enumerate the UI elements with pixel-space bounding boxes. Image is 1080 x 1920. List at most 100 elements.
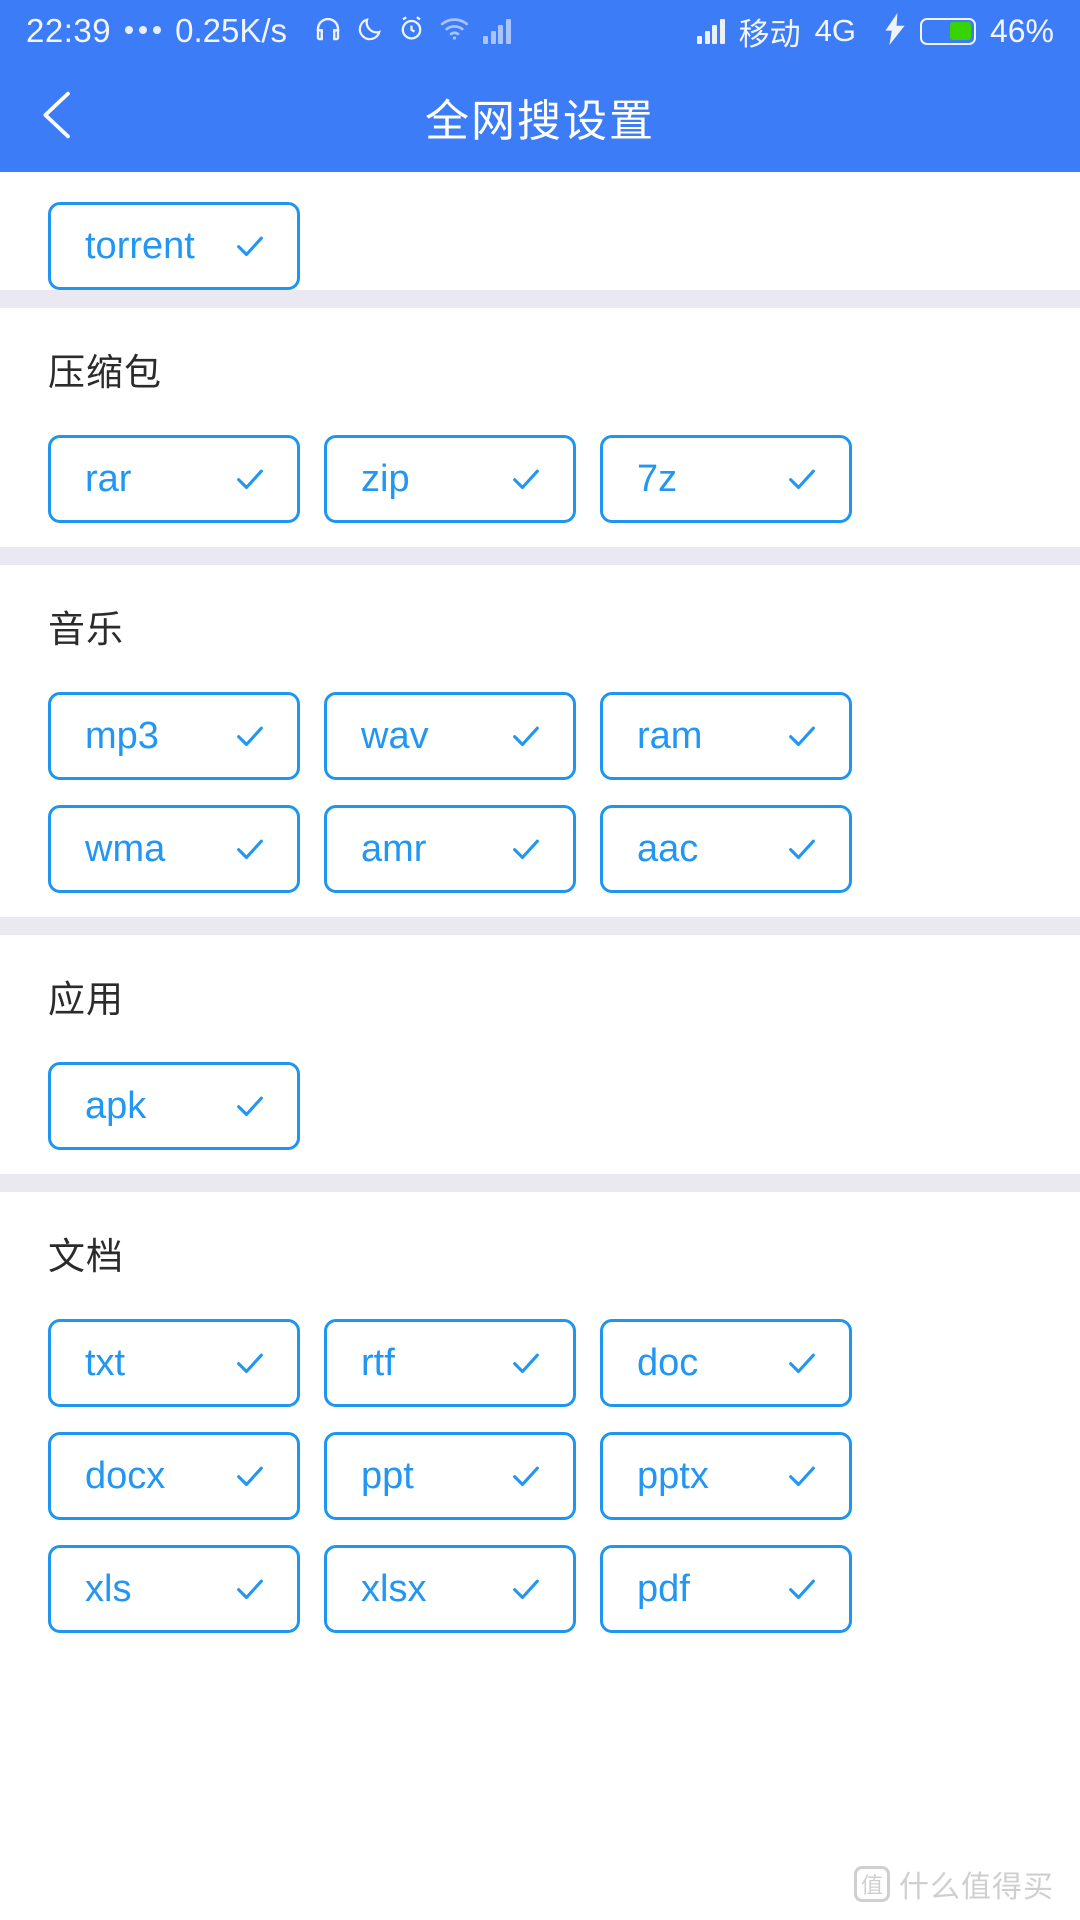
check-icon <box>237 1353 263 1374</box>
chip-label: zip <box>361 458 410 500</box>
section-title: 音乐 <box>48 609 124 650</box>
format-chip-docx[interactable]: docx <box>48 1432 300 1520</box>
check-icon <box>237 839 263 860</box>
chip-grid: txt rtf doc docx ppt pptx xls xlsx pdf <box>0 1275 1080 1633</box>
status-icon-group <box>313 13 511 49</box>
format-chip-pptx[interactable]: pptx <box>600 1432 852 1520</box>
status-bar-right: 移动 4G 46% <box>697 9 1054 54</box>
check-icon <box>789 1579 815 1600</box>
format-chip-mp3[interactable]: mp3 <box>48 692 300 780</box>
watermark: 值 什么值得买 <box>854 1862 1054 1906</box>
chip-label: doc <box>637 1342 699 1384</box>
alarm-icon <box>397 14 426 48</box>
format-chip-apk[interactable]: apk <box>48 1062 300 1150</box>
check-icon <box>789 726 815 747</box>
section-divider <box>0 547 1080 565</box>
format-chip-torrent[interactable]: torrent <box>48 202 300 290</box>
section-title: 文档 <box>48 1236 124 1277</box>
watermark-text: 什么值得买 <box>899 1871 1054 1904</box>
format-chip-rtf[interactable]: rtf <box>324 1319 576 1407</box>
check-icon <box>237 236 263 257</box>
check-icon <box>789 1466 815 1487</box>
format-chip-xlsx[interactable]: xlsx <box>324 1545 576 1633</box>
battery-fill <box>949 22 972 40</box>
check-icon <box>513 839 539 860</box>
check-icon <box>513 1353 539 1374</box>
chip-label: wav <box>361 715 429 757</box>
watermark-badge-icon: 值 <box>854 1866 890 1902</box>
format-chip-wma[interactable]: wma <box>48 805 300 893</box>
wifi-icon <box>439 13 470 49</box>
chip-label: pptx <box>637 1455 709 1497</box>
chip-label: docx <box>85 1455 166 1497</box>
check-icon <box>237 1096 263 1117</box>
check-icon <box>237 1466 263 1487</box>
format-chip-ppt[interactable]: ppt <box>324 1432 576 1520</box>
check-icon <box>513 726 539 747</box>
chip-label: wma <box>85 828 166 870</box>
section-3: 文档 txt rtf doc docx ppt pptx xls xlsx pdf <box>0 1192 1080 1657</box>
format-chip-aac[interactable]: aac <box>600 805 852 893</box>
network-speed: 0.25K/s <box>175 12 288 49</box>
network-type-label: 4G <box>814 13 856 48</box>
chip-label: mp3 <box>85 715 159 757</box>
format-chip-rar[interactable]: rar <box>48 435 300 523</box>
chip-label: xlsx <box>361 1568 427 1610</box>
chip-label: torrent <box>85 225 195 267</box>
chip-grid-top: torrent <box>48 202 1080 290</box>
section-divider <box>0 1174 1080 1192</box>
section-divider <box>0 290 1080 308</box>
chip-grid: mp3 wav ram wma amr aac <box>0 648 1080 893</box>
app-bar: 全网搜设置 <box>0 62 1080 172</box>
chip-label: pdf <box>637 1568 690 1610</box>
section-title: 压缩包 <box>48 352 162 393</box>
carrier-label: 移动 <box>738 16 801 52</box>
chip-grid: apk <box>0 1018 1080 1150</box>
format-chip-xls[interactable]: xls <box>48 1545 300 1633</box>
format-chip-wav[interactable]: wav <box>324 692 576 780</box>
format-chip-doc[interactable]: doc <box>600 1319 852 1407</box>
check-icon <box>513 469 539 490</box>
battery-percent: 46% <box>989 12 1054 49</box>
settings-content: torrent 压缩包 rar zip 7z 音乐 mp3 wav ram wma amr aac 应… <box>0 172 1080 1657</box>
more-dots-icon <box>125 26 162 36</box>
headphone-icon <box>313 14 343 49</box>
format-chip-amr[interactable]: amr <box>324 805 576 893</box>
moon-icon <box>356 15 384 48</box>
phone-screen: 22:39 0.25K/s 移动 4G 46% 全网搜设置 torrent 压缩… <box>0 0 1080 1920</box>
format-chip-ram[interactable]: ram <box>600 692 852 780</box>
section-title: 应用 <box>48 979 124 1020</box>
section-2: 应用 apk <box>0 935 1080 1174</box>
status-time: 22:39 <box>26 12 112 49</box>
status-bar: 22:39 0.25K/s 移动 4G 46% <box>0 0 1080 62</box>
signal-icon-1 <box>483 18 511 44</box>
check-icon <box>789 1353 815 1374</box>
chip-label: amr <box>361 828 427 870</box>
chip-label: 7z <box>637 458 678 500</box>
format-chip-txt[interactable]: txt <box>48 1319 300 1407</box>
section-0: 压缩包 rar zip 7z <box>0 308 1080 547</box>
check-icon <box>513 1466 539 1487</box>
chip-label: rar <box>85 458 132 500</box>
chip-label: rtf <box>361 1342 395 1384</box>
section-1: 音乐 mp3 wav ram wma amr aac <box>0 565 1080 917</box>
format-chip-pdf[interactable]: pdf <box>600 1545 852 1633</box>
check-icon <box>237 469 263 490</box>
chip-label: xls <box>85 1568 132 1610</box>
check-icon <box>789 469 815 490</box>
partial-top-chip-row: torrent <box>0 172 1080 290</box>
check-icon <box>789 839 815 860</box>
section-divider <box>0 917 1080 935</box>
signal-icon-2 <box>697 18 725 44</box>
status-bar-left: 22:39 0.25K/s <box>26 12 511 50</box>
sections-root: 压缩包 rar zip 7z 音乐 mp3 wav ram wma amr aac 应用 apk 文档 tx… <box>0 290 1080 1657</box>
chip-label: apk <box>85 1085 147 1127</box>
check-icon <box>237 1579 263 1600</box>
charging-bolt-icon <box>884 12 906 50</box>
format-chip-7z[interactable]: 7z <box>600 435 852 523</box>
chip-label: aac <box>637 828 699 870</box>
chip-label: txt <box>85 1342 126 1384</box>
battery-icon <box>919 17 976 45</box>
chip-label: ram <box>637 715 703 757</box>
format-chip-zip[interactable]: zip <box>324 435 576 523</box>
